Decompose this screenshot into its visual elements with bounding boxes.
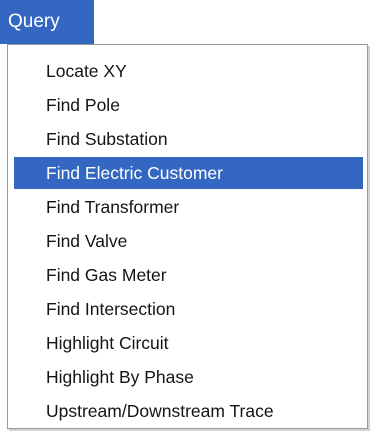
menu-item-find-substation[interactable]: Find Substation <box>14 123 363 155</box>
menu-item-find-electric-customer[interactable]: Find Electric Customer <box>14 157 363 189</box>
menu-item-locate-xy[interactable]: Locate XY <box>14 55 363 87</box>
menu-item-find-transformer[interactable]: Find Transformer <box>14 191 363 223</box>
menu-item-highlight-circuit[interactable]: Highlight Circuit <box>14 327 363 359</box>
menu-item-find-pole[interactable]: Find Pole <box>14 89 363 121</box>
menu-query[interactable]: Query <box>0 0 94 44</box>
menu-item-find-intersection[interactable]: Find Intersection <box>14 293 363 325</box>
query-dropdown-menu: Locate XY Find Pole Find Substation Find… <box>7 44 368 429</box>
application-window: Query Locate XY Find Pole Find Substatio… <box>0 0 373 431</box>
menu-item-highlight-by-phase[interactable]: Highlight By Phase <box>14 361 363 393</box>
menu-item-find-valve[interactable]: Find Valve <box>14 225 363 257</box>
menu-item-upstream-downstream-trace[interactable]: Upstream/Downstream Trace <box>14 395 363 427</box>
menu-item-find-gas-meter[interactable]: Find Gas Meter <box>14 259 363 291</box>
